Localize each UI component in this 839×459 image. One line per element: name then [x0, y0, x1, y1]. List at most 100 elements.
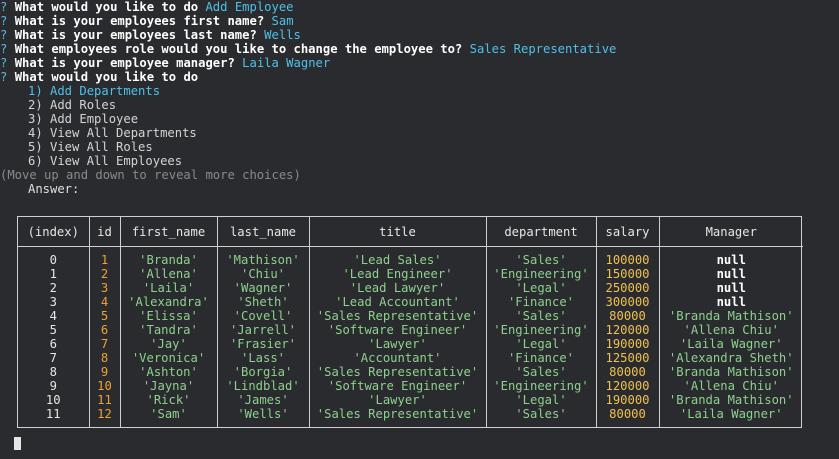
table-cell: 11	[97, 393, 112, 407]
table-cell: 10	[97, 379, 112, 393]
table-cell: 'Branda Mathison'	[668, 309, 794, 323]
table-cell: 190000	[605, 393, 650, 407]
col-first-name-cells: 'Branda' 'Allena' 'Laila' 'Alexandra' 'Eliss…	[120, 246, 218, 427]
col-id-cells: 1 2 3 4 5 6 7 8 9 10 11 12	[89, 246, 121, 427]
table-cell: 'Accountant'	[353, 351, 442, 365]
col-department-header: department	[486, 217, 597, 247]
prompt-line: ? What employees role would you like to …	[0, 42, 814, 56]
col-index-cells: 0 1 2 3 4 5 6 7 8 9 10 11	[18, 246, 90, 427]
table-cell: 'Software Engineer'	[327, 379, 468, 393]
table-cell: 'Lead Sales'	[353, 253, 442, 267]
table-cell: 4	[100, 295, 109, 309]
table-cell: 150000	[605, 267, 650, 281]
prompt-question: What would you like to do	[14, 70, 199, 84]
table-cell: 8	[100, 351, 109, 365]
prompt-answer: Sales Representative	[469, 42, 617, 56]
col-id-header: id	[89, 217, 121, 247]
table-cell: 'Elissa'	[139, 309, 198, 323]
question-marker: ?	[0, 28, 8, 42]
col-salary-header: salary	[596, 217, 660, 247]
table-cell: 'Allena Chiu'	[683, 379, 779, 393]
table-cell: 'Wells'	[237, 407, 289, 421]
table-cell: 'Sales'	[515, 253, 567, 267]
table-cell: 'Sales Representative'	[316, 407, 479, 421]
col-last-name-header: last_name	[217, 217, 310, 247]
question-marker: ?	[0, 14, 8, 28]
table-cell: 'Lawyer'	[368, 337, 427, 351]
employees-table: (index) id first_name last_name title de…	[17, 216, 803, 428]
table-cell: 2	[49, 281, 57, 295]
prompt-question: What employees role would you like to ch…	[14, 42, 463, 56]
table-cell: 6	[49, 337, 57, 351]
menu-choice[interactable]: 5) View All Roles	[14, 140, 814, 154]
table-cell: 'Mathison'	[226, 253, 300, 267]
table-cell: 'Finance'	[507, 295, 575, 309]
table-cell: 300000	[605, 295, 650, 309]
answer-label: Answer:	[28, 182, 80, 196]
question-marker: ?	[0, 70, 8, 84]
table-cell: 'Chiu'	[240, 267, 286, 281]
prompt-line: ? What is your employees last name? Well…	[0, 28, 814, 42]
table-cell: 'Sales'	[515, 407, 567, 421]
choice-list[interactable]: 1) Add Departments 2) Add Roles 3) Add Emp…	[14, 84, 814, 168]
table-cell: 'Frasier'	[229, 337, 297, 351]
menu-choice[interactable]: 4) View All Departments	[14, 126, 814, 140]
table-cell: 'Sam'	[150, 407, 187, 421]
col-salary-cells: 100000 150000 250000 300000 80000 120000 19000…	[596, 246, 660, 427]
table-cell: 12	[97, 407, 112, 421]
table-cell: 'Legal'	[515, 281, 567, 295]
table-cell: 'Sales'	[515, 365, 567, 379]
col-index-header: (index)	[18, 217, 90, 247]
table-cell: null	[716, 281, 746, 295]
table-cell: 120000	[605, 323, 650, 337]
menu-choice[interactable]: 6) View All Employees	[14, 154, 814, 168]
table-cell: 'Sales Representative'	[316, 309, 479, 323]
col-title-cells: 'Lead Sales' 'Lead Engineer' 'Lead Lawyer'…	[309, 246, 487, 427]
table-cell: 'Branda Mathison'	[668, 365, 794, 379]
table-cell: 'Laila Wagner'	[679, 337, 783, 351]
col-manager-cells: null null null null 'Branda Mathison' 'Allena…	[659, 247, 803, 428]
question-marker: ?	[0, 0, 8, 14]
choices-hint: (Move up and down to reveal more choices…	[0, 168, 301, 182]
table-cell: 'Veronica'	[131, 351, 206, 365]
table-cell: 'Legal'	[515, 337, 567, 351]
table-cell: 'Alexandra'	[128, 295, 209, 309]
table-cell: 'Sheth'	[237, 295, 289, 309]
prompt-answer: Sam	[271, 14, 294, 28]
table-cell: 'Jarrell'	[229, 323, 297, 337]
table-cell: 'Ashton'	[139, 365, 198, 379]
prompt-question: What is your employees last name?	[14, 28, 257, 42]
menu-choice[interactable]: 1) Add Departments	[14, 84, 814, 98]
table-cell: 'Jay'	[150, 337, 187, 351]
table-cell: 80000	[609, 365, 646, 379]
table-cell: null	[716, 295, 746, 309]
prompt-question: What would you like to do	[14, 0, 199, 14]
table-cell: 'Borgia'	[233, 365, 293, 379]
table-cell: 9	[100, 365, 109, 379]
table-header-row: (index) id first_name last_name title de…	[18, 217, 803, 247]
table-cell: 'Alexandra Sheth'	[668, 351, 794, 365]
table-cell: 'James'	[237, 393, 289, 407]
table-cell: 100000	[605, 253, 650, 267]
table-cell: 3	[49, 295, 57, 309]
table-cell: 'Laila Wagner'	[679, 407, 783, 421]
table-cell: 6	[100, 323, 109, 337]
question-marker: ?	[0, 56, 8, 70]
table-cell: 'Legal'	[515, 393, 567, 407]
table-cell: 'Branda Mathison'	[668, 393, 794, 407]
table-cell: 1	[49, 267, 57, 281]
table-cell: 'Sales Representative'	[316, 365, 479, 379]
table-cell: 'Engineering'	[493, 323, 589, 337]
prompt-line: ? What would you like to do	[0, 70, 814, 84]
menu-choice[interactable]: 3) Add Employee	[14, 112, 814, 126]
table-cell: 7	[49, 351, 57, 365]
table-cell: 'Sales'	[515, 309, 567, 323]
menu-choice[interactable]: 2) Add Roles	[14, 98, 814, 112]
table-cell: 0	[49, 253, 57, 267]
table-cell: 'Lass'	[240, 351, 286, 365]
table-cell: 125000	[605, 351, 650, 365]
table-cell: 'Lead Accountant'	[335, 295, 460, 309]
table-cell: 8	[49, 365, 57, 379]
table-cell: 'Allena'	[139, 267, 198, 281]
prompt-question: What is your employee manager?	[14, 56, 235, 70]
